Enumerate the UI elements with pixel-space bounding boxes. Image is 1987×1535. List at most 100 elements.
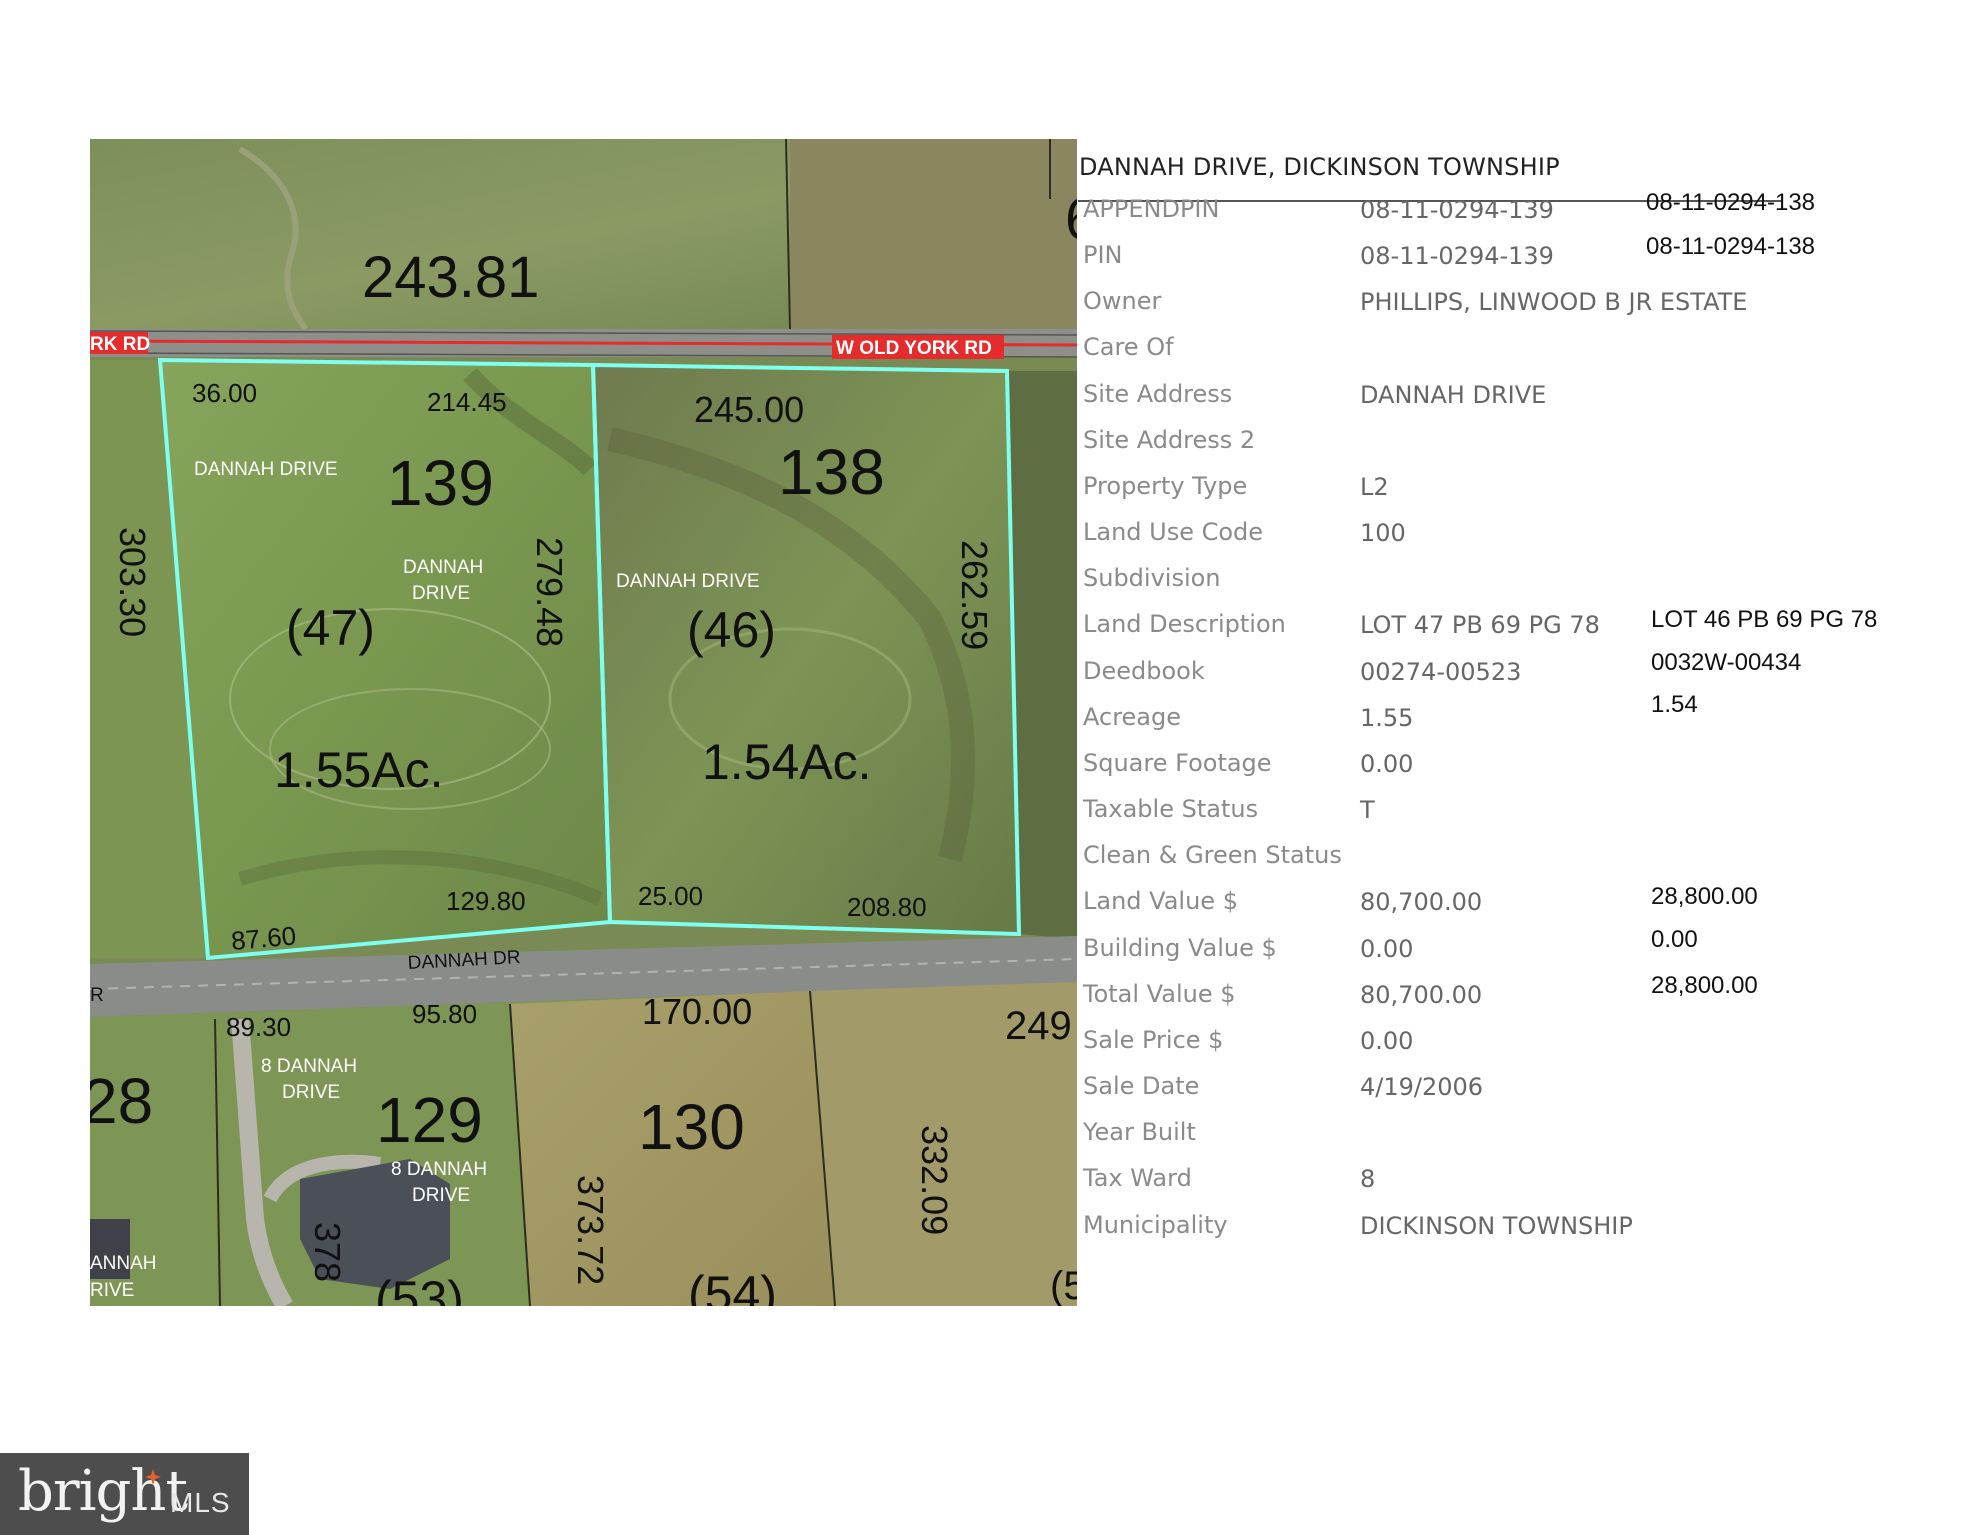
logo-wordmark: bright <box>18 1459 188 1524</box>
dim-373-72: 373.72 <box>570 1175 611 1285</box>
attribute-row: Land Value $ 80,700.00 28,800.00 <box>1078 883 1978 927</box>
attribute-label: Clean & Green Status <box>1083 841 1342 869</box>
lot-number-139: 139 <box>387 447 494 519</box>
lot-number-5: (5 <box>1050 1264 1077 1306</box>
lot-139-ground <box>160 360 610 958</box>
lot-paren-54: (54) <box>688 1266 777 1306</box>
acreage-139: 1.55Ac. <box>274 742 444 798</box>
attribute-row: Year Built <box>1078 1118 1978 1158</box>
attribute-row: Taxable Status T <box>1078 795 1978 835</box>
addr-dannah-139-line1: DANNAH <box>403 557 483 578</box>
attribute-value-lot-138: 0032W-00434 <box>1651 649 1802 676</box>
attribute-label: Total Value $ <box>1083 980 1236 1008</box>
attribute-label: Municipality <box>1083 1211 1228 1239</box>
attribute-row: Subdivision <box>1078 564 1978 604</box>
dim-25: 25.00 <box>638 881 703 911</box>
addr-annah-west: ANNAH <box>90 1253 157 1274</box>
lot-number-28: 28 <box>90 1065 153 1137</box>
sparkle-icon <box>145 1469 161 1485</box>
attribute-value-lot-139: DANNAH DRIVE <box>1360 381 1547 409</box>
attribute-label: Land Use Code <box>1083 518 1264 546</box>
lot-paren-53: (53) <box>375 1271 464 1306</box>
addr-dannah-drive-139: DANNAH DRIVE <box>194 459 338 480</box>
lot-number-138: 138 <box>778 436 885 508</box>
attribute-row: Sale Price $ 0.00 <box>1078 1026 1978 1066</box>
lot-paren-46: (46) <box>687 602 776 658</box>
attribute-value-lot-138: 08-11-0294-138 <box>1646 189 1816 216</box>
north-east-field <box>790 139 1077 329</box>
addr-rive-west: RIVE <box>90 1280 134 1301</box>
attribute-row: Property Type L2 <box>1078 472 1978 512</box>
lot-number-129: 129 <box>376 1084 483 1156</box>
attribute-row: Care Of <box>1078 333 1978 373</box>
attribute-row: Building Value $ 0.00 0.00 <box>1078 926 1978 974</box>
attribute-label: Deedbook <box>1083 657 1205 685</box>
attribute-row: Land Description LOT 47 PB 69 PG 78 LOT 46… <box>1078 606 1978 650</box>
attribute-label: Care Of <box>1083 333 1174 361</box>
attribute-label: Square Footage <box>1083 749 1272 777</box>
panel-title: DANNAH DRIVE, DICKINSON TOWNSHIP <box>1079 153 1560 181</box>
attribute-value-lot-139: DICKINSON TOWNSHIP <box>1360 1212 1633 1240</box>
dim-89-30: 89.30 <box>226 1012 291 1042</box>
attribute-label: Property Type <box>1083 472 1248 500</box>
attribute-value-lot-139: LOT 47 PB 69 PG 78 <box>1360 611 1600 639</box>
attribute-row: Total Value $ 80,700.00 28,800.00 <box>1078 972 1978 1020</box>
dim-129-80: 129.80 <box>446 886 526 916</box>
addr-8-dannah-house-line2: DRIVE <box>412 1185 470 1206</box>
dim-36: 36.00 <box>192 378 257 408</box>
attribute-row: Deedbook 00274-00523 0032W-00434 <box>1078 649 1978 697</box>
lot-number-243: 243.81 <box>362 245 539 310</box>
attribute-value-lot-139: 1.55 <box>1360 704 1414 732</box>
attribute-label: Subdivision <box>1083 564 1221 592</box>
attribute-value-lot-139: 0.00 <box>1360 750 1414 778</box>
lot-number-249: 249 <box>1005 1004 1072 1048</box>
parcel-map: RK RD W OLD YORK RD DANNAH DR R 243.81 6… <box>90 139 1077 1306</box>
road-label-left-south: R <box>90 985 104 1006</box>
addr-8-dannah-house-line1: 8 DANNAH <box>391 1159 487 1180</box>
attribute-value-lot-139: 100 <box>1360 519 1406 547</box>
dim-170: 170.00 <box>642 991 752 1032</box>
property-info-panel: DANNAH DRIVE, DICKINSON TOWNSHIP APPENDP… <box>1078 139 1978 1306</box>
attribute-value-lot-138: 1.54 <box>1651 691 1698 718</box>
dim-279-48: 279.48 <box>529 537 570 647</box>
attribute-value-lot-139: PHILLIPS, LINWOOD B JR ESTATE <box>1360 288 1748 316</box>
attribute-value-lot-139: L2 <box>1360 473 1389 501</box>
dim-262-59: 262.59 <box>954 540 995 650</box>
dim-245: 245.00 <box>694 389 804 430</box>
addr-8-dannah-line1: 8 DANNAH <box>261 1056 357 1077</box>
attribute-row: Acreage 1.55 1.54 <box>1078 691 1978 743</box>
attribute-label: APPENDPIN <box>1083 195 1220 223</box>
attribute-label: Owner <box>1083 287 1162 315</box>
attribute-value-lot-139: T <box>1360 796 1375 824</box>
dim-87-60: 87.60 <box>230 920 297 956</box>
attribute-label: Site Address 2 <box>1083 426 1256 454</box>
attribute-value-lot-139: 08-11-0294-139 <box>1360 196 1554 224</box>
addr-8-dannah-line2: DRIVE <box>282 1082 340 1103</box>
dim-95-80: 95.80 <box>412 999 477 1029</box>
attribute-value-lot-139: 08-11-0294-139 <box>1360 242 1554 270</box>
lot-number-6: 6 <box>1065 187 1077 252</box>
dim-378: 378 <box>307 1222 348 1282</box>
lot-paren-47: (47) <box>286 600 375 656</box>
attribute-value-lot-138: 28,800.00 <box>1651 972 1758 999</box>
attribute-label: PIN <box>1083 241 1123 269</box>
attribute-value-lot-139: 0.00 <box>1360 1027 1414 1055</box>
attribute-value-lot-139: 00274-00523 <box>1360 658 1522 686</box>
attribute-label: Land Value $ <box>1083 887 1238 915</box>
lot-number-130: 130 <box>638 1091 745 1163</box>
attribute-row: Square Footage 0.00 <box>1078 749 1978 789</box>
attribute-row: Site Address DANNAH DRIVE <box>1078 380 1978 420</box>
attribute-value-lot-139: 4/19/2006 <box>1360 1073 1484 1101</box>
dim-208-80: 208.80 <box>847 892 927 922</box>
attribute-row: APPENDPIN 08-11-0294-139 08-11-0294-138 <box>1078 189 1978 235</box>
dim-214-45: 214.45 <box>427 387 507 417</box>
attribute-label: Site Address <box>1083 380 1233 408</box>
attribute-row: Clean & Green Status <box>1078 841 1978 881</box>
dim-332-09: 332.09 <box>914 1125 955 1235</box>
addr-dannah-drive-138: DANNAH DRIVE <box>616 571 760 592</box>
attribute-value-lot-138: LOT 46 PB 69 PG 78 <box>1651 606 1878 633</box>
attribute-label: Year Built <box>1083 1118 1196 1146</box>
attribute-value-lot-139: 8 <box>1360 1165 1376 1193</box>
attribute-value-lot-139: 0.00 <box>1360 935 1414 963</box>
attribute-row: Owner PHILLIPS, LINWOOD B JR ESTATE <box>1078 287 1978 327</box>
